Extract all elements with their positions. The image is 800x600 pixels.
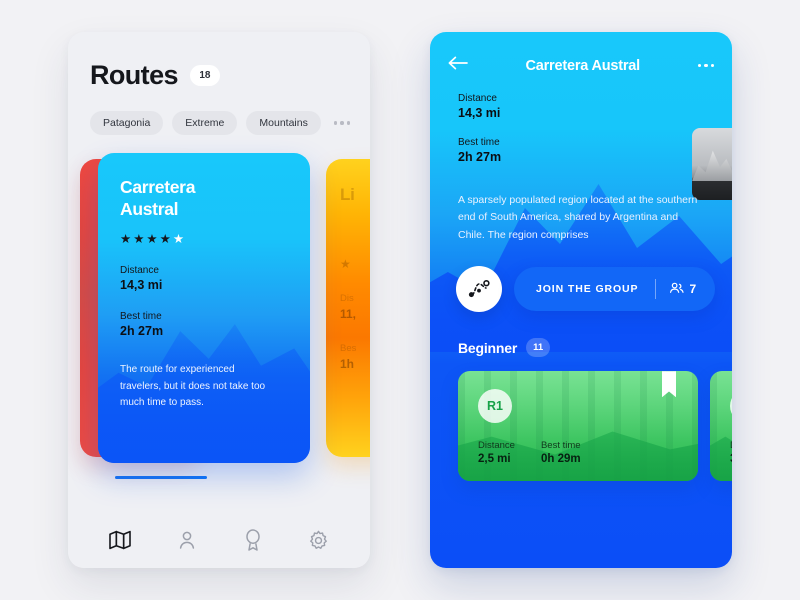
- routes-count-badge: 18: [189, 65, 220, 86]
- filters-more-icon[interactable]: [333, 121, 355, 125]
- active-card-description: The route for experienced travelers, but…: [120, 364, 266, 409]
- active-card-title-line1: Carretera: [120, 177, 196, 197]
- tab-settings[interactable]: [308, 530, 329, 551]
- next-card-stars: ★: [340, 257, 351, 271]
- filter-chips: Patagonia Extreme Mountains: [90, 111, 370, 135]
- routes-header: Routes 18 Patagonia Extreme Mountains: [68, 32, 370, 135]
- screenshot-stage: Routes 18 Patagonia Extreme Mountains Li…: [0, 0, 800, 600]
- card1-distance-label: Distance: [478, 440, 515, 452]
- detail-more-icon[interactable]: [697, 63, 714, 68]
- card2-distance-label: Dis: [730, 440, 732, 451]
- detail-distance-value: 14,3 mi: [458, 106, 501, 120]
- stat-distance: Distance 2,5 mi: [478, 440, 515, 465]
- next-card-title: Li: [340, 185, 355, 204]
- detail-besttime-label: Best time: [458, 137, 500, 148]
- next-card-content: Li ★ Dis 11, Bes 1h: [326, 159, 370, 371]
- detail-besttime-value: 2h 27m: [458, 150, 502, 164]
- route-card-2-stats: Dis 3,8: [730, 440, 732, 465]
- detail-stats: Distance 14,3 mi Best time 2h 27m: [430, 75, 732, 164]
- card1-distance-value: 2,5 mi: [478, 453, 511, 466]
- beginner-route-card-2[interactable]: R Dis 3,8: [710, 371, 732, 482]
- section-title: Beginner: [458, 339, 518, 356]
- route-card-next[interactable]: Li ★ Dis 11, Bes 1h: [326, 159, 370, 457]
- card2-distance-value: 3,8: [730, 453, 732, 465]
- filter-chip-extreme[interactable]: Extreme: [172, 111, 238, 135]
- page-title: Routes: [90, 60, 179, 90]
- detail-description: A sparsely populated region located at t…: [458, 194, 698, 241]
- next-card-distance-label: Dis: [340, 293, 354, 304]
- active-card-distance-label: Distance: [120, 265, 159, 277]
- active-card-besttime-label: Best time: [120, 311, 162, 323]
- next-card-distance-value: 11,: [340, 307, 357, 321]
- active-card-title-line2: Austral: [120, 198, 179, 219]
- next-card-besttime-value: 1h: [340, 357, 355, 371]
- stat-besttime: Best time 0h 29m: [541, 440, 581, 465]
- tab-map[interactable]: [109, 530, 131, 550]
- next-card-besttime-label: Bes: [340, 343, 357, 354]
- routes-screen: Routes 18 Patagonia Extreme Mountains Li…: [68, 32, 370, 568]
- people-icon: [669, 282, 685, 297]
- carousel-progress-fill: [115, 476, 207, 479]
- active-card-content: Carretera Austral ★★★★★ Distance 14,3 mi…: [98, 153, 310, 412]
- detail-header: Carretera Austral: [430, 32, 732, 75]
- bottom-tab-bar: [68, 512, 370, 568]
- route-card-1-stats: Distance 2,5 mi Best time 0h 29m: [478, 440, 581, 465]
- filter-chip-patagonia[interactable]: Patagonia: [90, 111, 164, 135]
- back-icon[interactable]: [448, 56, 468, 75]
- tab-profile[interactable]: [177, 530, 197, 550]
- title-row: Routes 18: [90, 60, 370, 91]
- route-detail-screen: Carretera Austral Distance 14,3 mi Best …: [430, 32, 732, 568]
- detail-actions: JOIN THE GROUP 7: [430, 244, 732, 313]
- filter-chip-mountains[interactable]: Mountains: [246, 111, 321, 135]
- detail-distance-label: Distance: [458, 93, 497, 104]
- card1-besttime-value: 0h 29m: [540, 453, 581, 466]
- tab-awards[interactable]: [244, 529, 262, 551]
- active-card-distance-value: 14,3 mi: [120, 278, 163, 293]
- rating-stars: ★★★★★: [120, 232, 187, 247]
- beginner-route-card-1[interactable]: R1 Distance 2,5 mi Best time 0h 29m: [458, 371, 698, 482]
- members-count-group: 7: [656, 282, 715, 297]
- join-button-label: JOIN THE GROUP: [536, 283, 639, 296]
- detail-title: Carretera Austral: [525, 57, 641, 74]
- carousel-progress[interactable]: [115, 476, 323, 479]
- stat-distance: Dis 3,8: [730, 440, 732, 465]
- join-the-group-button[interactable]: JOIN THE GROUP 7: [514, 267, 716, 312]
- active-card-besttime-value: 2h 27m: [120, 324, 164, 339]
- route-card-deck: Li ★ Dis 11, Bes 1h Carretera Austral ★★…: [68, 153, 370, 463]
- route-path-icon[interactable]: [456, 266, 502, 313]
- section-count-badge: 11: [526, 338, 551, 358]
- route-card-active[interactable]: Carretera Austral ★★★★★ Distance 14,3 mi…: [98, 153, 310, 463]
- card1-besttime-label: Best time: [540, 440, 581, 452]
- members-count-value: 7: [689, 282, 697, 297]
- beginner-routes-row: R1 Distance 2,5 mi Best time 0h 29m R: [430, 357, 732, 482]
- beginner-section-header: Beginner 11: [430, 312, 732, 358]
